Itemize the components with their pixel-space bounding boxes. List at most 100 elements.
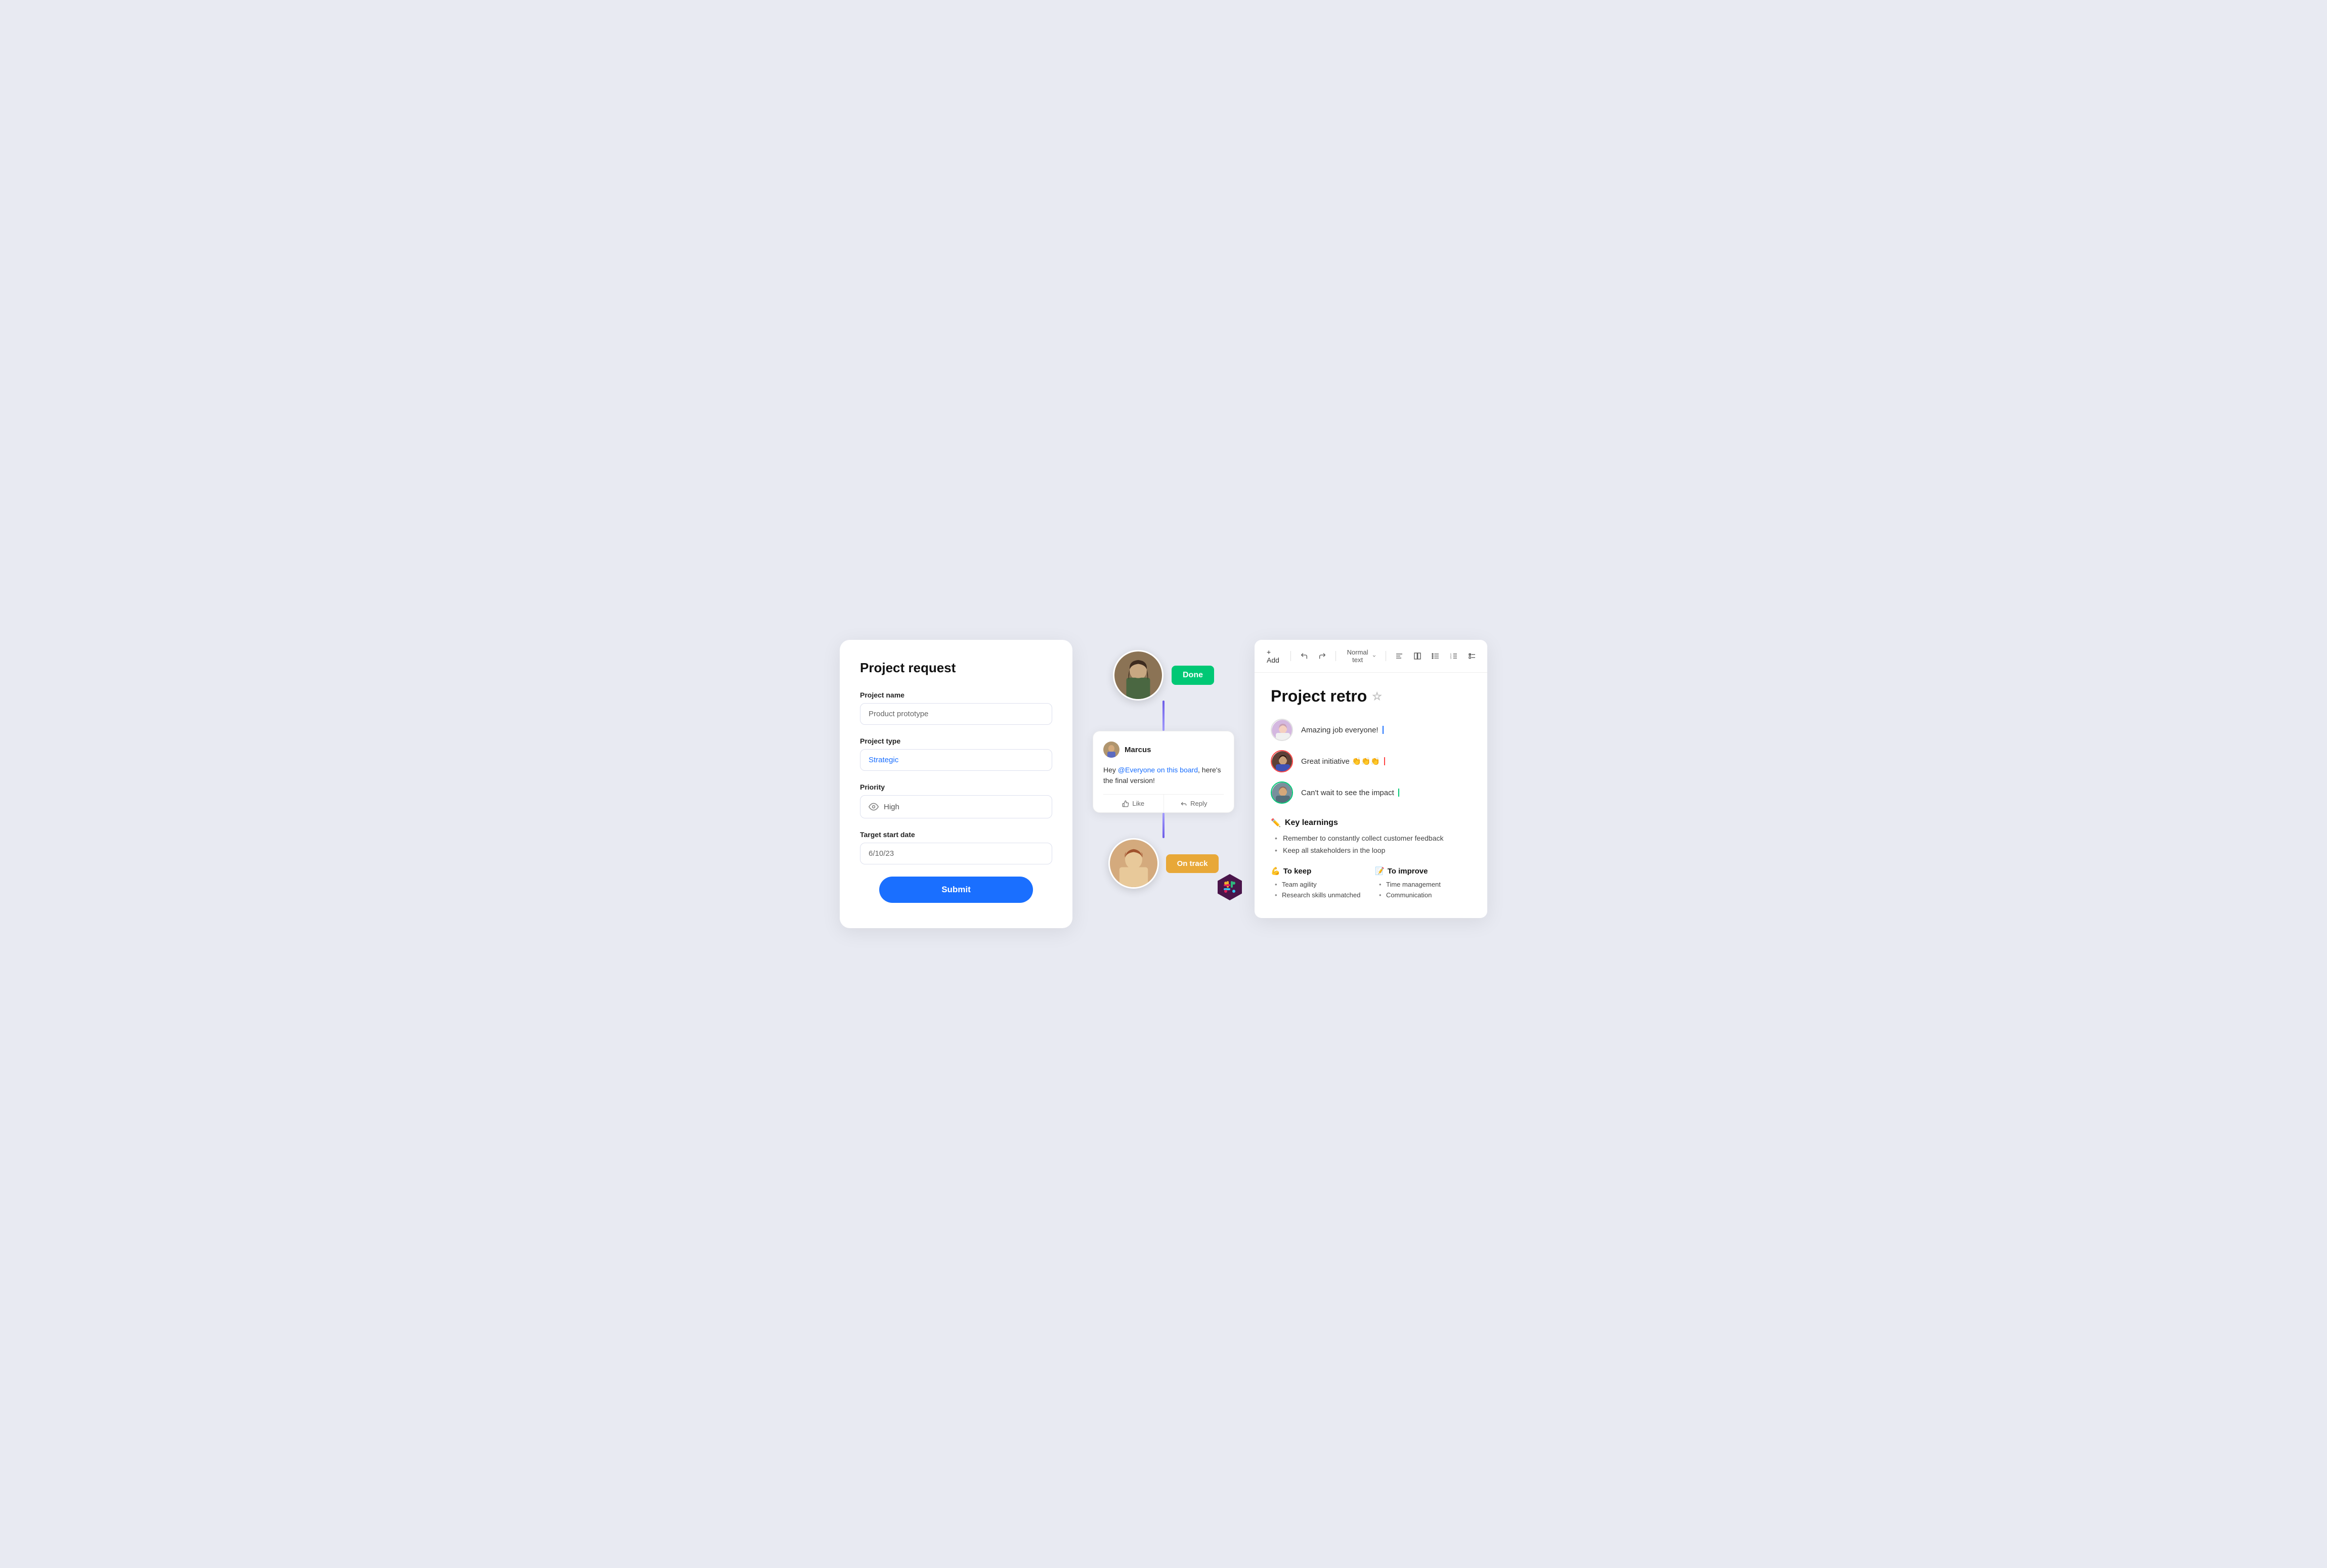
text-format-button[interactable]: Normal text bbox=[1342, 646, 1380, 666]
checklist-button[interactable] bbox=[1465, 650, 1479, 662]
like-button[interactable]: Like bbox=[1103, 795, 1164, 812]
bullet-list-icon bbox=[1432, 652, 1440, 660]
key-learning-item-2: Keep all stakeholders in the loop bbox=[1275, 846, 1471, 854]
star-icon[interactable]: ☆ bbox=[1372, 690, 1382, 703]
priority-input-container[interactable]: High bbox=[860, 795, 1052, 818]
project-name-label: Project name bbox=[860, 691, 1052, 699]
key-learnings-heading: ✏️ Key learnings bbox=[1271, 818, 1471, 828]
retro-title-text: Project retro bbox=[1271, 687, 1367, 706]
align-icon bbox=[1395, 652, 1403, 660]
align-button[interactable] bbox=[1392, 650, 1406, 662]
slack-icon-container bbox=[1216, 873, 1244, 904]
form-group-priority: Priority High bbox=[860, 783, 1052, 818]
done-badge: Done bbox=[1172, 666, 1214, 685]
comment-card: Marcus Hey @Everyone on this board, here… bbox=[1093, 731, 1234, 813]
key-learnings-title: Key learnings bbox=[1285, 818, 1338, 827]
comment-actions: Like Reply bbox=[1103, 794, 1224, 812]
workflow-person1-container: Done bbox=[1113, 650, 1214, 701]
project-request-card: Project request Project name Project typ… bbox=[840, 640, 1072, 928]
person2-svg bbox=[1110, 840, 1157, 887]
like-label: Like bbox=[1132, 800, 1144, 807]
numbered-list-icon: 1 2 3 bbox=[1450, 652, 1458, 660]
undo-icon bbox=[1300, 652, 1308, 660]
key-learnings-list: Remember to constantly collect customer … bbox=[1271, 834, 1471, 854]
project-type-input[interactable] bbox=[860, 749, 1052, 771]
to-keep-icon: 💪 bbox=[1271, 866, 1280, 876]
to-improve-list: Time management Communication bbox=[1375, 881, 1471, 899]
comment-3-text: Can't wait to see the impact bbox=[1301, 789, 1394, 797]
workflow-person2-container: On track bbox=[1108, 838, 1219, 889]
undo-button[interactable] bbox=[1297, 650, 1311, 662]
redo-icon bbox=[1318, 652, 1326, 660]
person2-avatar bbox=[1108, 838, 1159, 889]
cursor-3 bbox=[1398, 789, 1399, 797]
toolbar-add-button[interactable]: + Add bbox=[1263, 646, 1284, 666]
retro-title: Project retro ☆ bbox=[1271, 687, 1471, 706]
comment-body: Hey @Everyone on this board, here's the … bbox=[1103, 765, 1224, 786]
to-keep-item-1: Team agility bbox=[1275, 881, 1367, 888]
columns-icon bbox=[1413, 652, 1421, 660]
retro-commenter-2-avatar bbox=[1271, 750, 1293, 772]
key-learnings-icon: ✏️ bbox=[1271, 818, 1281, 828]
retro-content: Project retro ☆ bbox=[1255, 673, 1487, 918]
svg-text:3: 3 bbox=[1450, 657, 1452, 659]
main-container: Project request Project name Project typ… bbox=[840, 640, 1487, 928]
to-improve-item-1: Time management bbox=[1379, 881, 1471, 888]
reply-label: Reply bbox=[1190, 800, 1207, 807]
form-title: Project request bbox=[860, 660, 1052, 676]
priority-label: Priority bbox=[860, 783, 1052, 791]
to-keep-section: 💪 To keep Team agility Research skills u… bbox=[1271, 866, 1367, 902]
retro-comment-list: Amazing job everyone! bbox=[1271, 719, 1471, 804]
retro-comment-text-2: Great initiative 👏👏👏 bbox=[1301, 757, 1385, 766]
columns-button[interactable] bbox=[1410, 650, 1425, 662]
comment-2-text: Great initiative 👏👏👏 bbox=[1301, 757, 1380, 766]
to-keep-item-2: Research skills unmatched bbox=[1275, 891, 1367, 899]
to-improve-section: 📝 To improve Time management Communicati… bbox=[1375, 866, 1471, 902]
retro-commenter-1-avatar bbox=[1271, 719, 1293, 741]
redo-button[interactable] bbox=[1315, 650, 1329, 662]
toolbar-separator-2 bbox=[1335, 651, 1336, 661]
person1-avatar bbox=[1113, 650, 1164, 701]
to-improve-item-2: Communication bbox=[1379, 891, 1471, 899]
numbered-list-button[interactable]: 1 2 3 bbox=[1447, 650, 1461, 662]
retro-comment-text-3: Can't wait to see the impact bbox=[1301, 789, 1399, 797]
two-col-section: 💪 To keep Team agility Research skills u… bbox=[1271, 866, 1471, 902]
workflow-section: Done Marcus Hey @Everyone on this board,… bbox=[1093, 640, 1234, 889]
priority-value: High bbox=[884, 803, 899, 811]
checklist-icon bbox=[1468, 652, 1476, 660]
bullet-list-button[interactable] bbox=[1429, 650, 1443, 662]
commenter2-svg bbox=[1272, 751, 1293, 772]
comment-mention: @Everyone on this board bbox=[1118, 766, 1198, 774]
comment-author-name: Marcus bbox=[1125, 746, 1151, 754]
connector-line-1 bbox=[1162, 701, 1165, 731]
key-learning-item-1: Remember to constantly collect customer … bbox=[1275, 834, 1471, 842]
retro-comment-text-1: Amazing job everyone! bbox=[1301, 726, 1384, 734]
to-improve-icon: 📝 bbox=[1375, 866, 1385, 876]
eye-icon bbox=[869, 802, 879, 812]
retro-card: + Add Normal text bbox=[1255, 640, 1487, 918]
to-keep-list: Team agility Research skills unmatched bbox=[1271, 881, 1367, 899]
project-name-input[interactable] bbox=[860, 703, 1052, 725]
retro-comment-item-2: Great initiative 👏👏👏 bbox=[1271, 750, 1471, 772]
person1-svg bbox=[1114, 651, 1162, 699]
comment-1-text: Amazing job everyone! bbox=[1301, 726, 1378, 734]
connector-line-2 bbox=[1162, 813, 1165, 838]
start-date-label: Target start date bbox=[860, 831, 1052, 839]
retro-comment-item-3: Can't wait to see the impact bbox=[1271, 781, 1471, 804]
comment-author-svg bbox=[1103, 742, 1119, 758]
form-group-start-date: Target start date bbox=[860, 831, 1052, 864]
commenter3-svg bbox=[1272, 782, 1293, 804]
chevron-down-icon bbox=[1372, 653, 1376, 659]
to-keep-title: To keep bbox=[1283, 867, 1312, 876]
project-type-label: Project type bbox=[860, 737, 1052, 745]
start-date-input[interactable] bbox=[860, 843, 1052, 864]
retro-comment-item-1: Amazing job everyone! bbox=[1271, 719, 1471, 741]
cursor-2 bbox=[1384, 757, 1385, 765]
submit-button[interactable]: Submit bbox=[879, 877, 1033, 903]
retro-commenter-3-avatar bbox=[1271, 781, 1293, 804]
reply-button[interactable]: Reply bbox=[1164, 795, 1224, 812]
to-improve-heading: 📝 To improve bbox=[1375, 866, 1471, 876]
like-icon bbox=[1122, 800, 1129, 807]
on-track-badge: On track bbox=[1166, 854, 1219, 873]
add-label: + Add bbox=[1267, 648, 1280, 664]
